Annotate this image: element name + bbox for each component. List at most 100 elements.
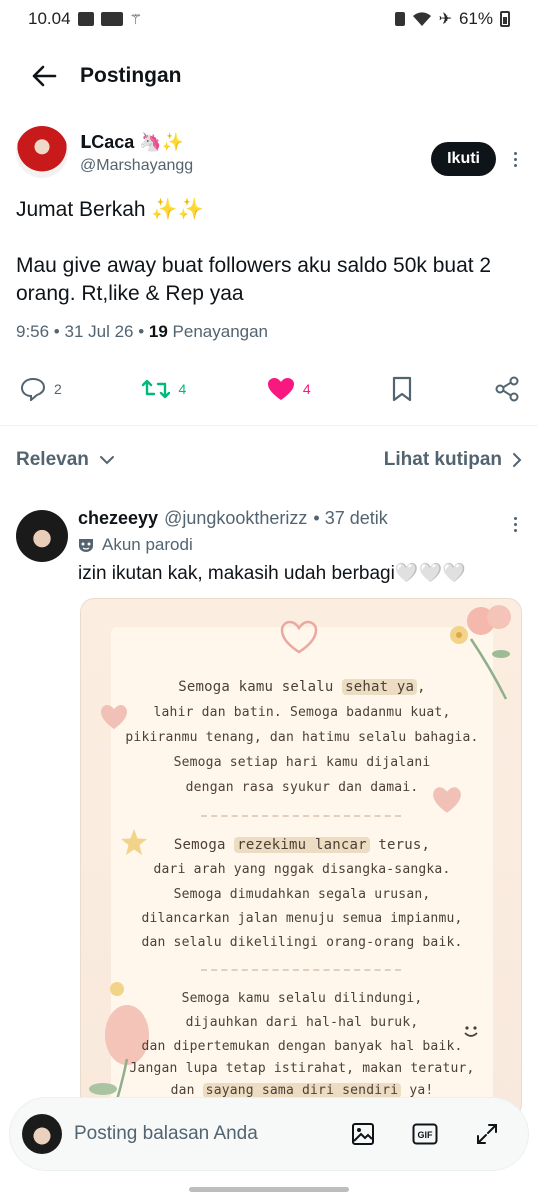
reply-header: chezeeyy @jungkooktherizz • 37 detik	[78, 508, 522, 529]
image-icon	[352, 1123, 374, 1145]
expand-composer-button[interactable]	[474, 1121, 500, 1147]
image-text-span: terus,	[369, 837, 431, 853]
app-notification-icon	[100, 12, 123, 26]
dot-icon	[513, 516, 517, 520]
status-right: ✈ 61%	[394, 9, 510, 29]
status-bar: 10.04 ⚚ ✈ 61%	[0, 0, 538, 38]
heart-decoration	[280, 620, 318, 654]
main-post: ᒪCaca 🦄✨ @Marshayangg Ikuti Jumat Berkah…	[16, 126, 522, 342]
add-gif-button[interactable]: GIF	[412, 1121, 438, 1147]
reply-image[interactable]: Semoga kamu selalu sehat ya, lahir dan b…	[80, 598, 522, 1118]
gallery-icon	[77, 12, 94, 26]
arrow-left-icon	[32, 65, 57, 87]
reply-input[interactable]: Posting balasan Anda	[74, 1123, 350, 1145]
repost-icon	[142, 379, 171, 399]
post-more-button[interactable]	[508, 146, 522, 172]
page-title: Postingan	[80, 64, 182, 87]
reply-text: izin ikutan kak, makasih udah berbagi🤍🤍🤍	[78, 563, 466, 584]
image-text-line: dan selalu dikelilingi orang-orang baik.	[141, 935, 463, 950]
views-count: 19	[148, 322, 168, 341]
svg-text:GIF: GIF	[418, 1130, 434, 1140]
sort-dropdown[interactable]: Relevan	[16, 449, 115, 471]
heart-icon	[267, 378, 294, 400]
author-display-name[interactable]: ᒪCaca 🦄✨	[80, 132, 193, 153]
image-text-highlight: sehat ya	[342, 679, 418, 695]
image-text-line: Jangan lupa tetap istirahat, makan terat…	[129, 1061, 475, 1076]
reply-time: • 37 detik	[313, 508, 388, 528]
author-info[interactable]: ᒪCaca 🦄✨ @Marshayangg	[80, 126, 193, 175]
follow-button[interactable]: Ikuti	[431, 142, 496, 176]
post-header: ᒪCaca 🦄✨ @Marshayangg Ikuti	[16, 126, 522, 188]
reply-handle[interactable]: @jungkooktherizz	[164, 508, 307, 529]
add-image-button[interactable]	[350, 1121, 376, 1147]
chevron-down-icon	[99, 456, 114, 465]
image-text-line: dijauhkan dari hal-hal buruk,	[185, 1015, 419, 1030]
header: Postingan	[0, 48, 538, 104]
image-text-line: dari arah yang nggak disangka-sangka.	[153, 862, 451, 877]
image-text-line: dengan rasa syukur dan damai.	[185, 780, 419, 795]
repost-button[interactable]: 4	[142, 378, 186, 400]
sort-bar: Relevan Lihat kutipan	[16, 440, 522, 480]
home-indicator[interactable]	[189, 1187, 349, 1192]
view-quotes-label: Lihat kutipan	[383, 449, 502, 470]
image-text-line: Semoga dimudahkan segala urusan,	[173, 887, 431, 902]
reply-composer: Posting balasan Anda GIF	[10, 1098, 528, 1170]
image-text-line: lahir dan batin. Semoga badanmu kuat,	[153, 705, 451, 720]
divider	[0, 425, 538, 426]
parody-label: Akun parodi	[78, 535, 522, 555]
dot-icon	[513, 528, 517, 532]
bookmark-icon	[393, 376, 412, 402]
post-time: 9:56 • 31 Jul 26 •	[16, 322, 149, 341]
parody-text: Akun parodi	[102, 535, 193, 554]
image-text-highlight: rezekimu lancar	[234, 837, 370, 853]
reply-avatar[interactable]	[16, 510, 68, 562]
wifi-icon	[412, 12, 431, 26]
view-quotes-link[interactable]: Lihat kutipan	[384, 449, 522, 471]
composer-avatar	[22, 1114, 62, 1154]
magic-wand-icon: ⚚	[129, 10, 143, 27]
chevron-right-icon	[513, 453, 522, 467]
status-left: 10.04 ⚚	[28, 9, 142, 29]
dot-icon	[513, 163, 517, 167]
image-text-span: Semoga	[173, 837, 235, 853]
post-text: Jumat Berkah ✨✨ Mau give away buat follo…	[16, 198, 492, 305]
image-text-span: Semoga kamu selalu	[178, 679, 343, 695]
reply-count: 2	[54, 381, 62, 397]
image-text-span: ya!	[401, 1083, 434, 1098]
reply-display-name[interactable]: chezeeyy	[78, 508, 158, 529]
bookmark-button[interactable]	[391, 376, 413, 402]
dashed-separator	[201, 969, 401, 971]
composer-actions: GIF	[350, 1121, 500, 1147]
image-text-line: pikiranmu tenang, dan hatimu selalu baha…	[125, 730, 479, 745]
repost-count: 4	[178, 381, 187, 397]
image-text-line: Semoga kamu selalu sehat ya,	[81, 679, 521, 695]
battery-icon	[500, 11, 510, 27]
author-handle[interactable]: @Marshayangg	[80, 157, 193, 175]
author-avatar[interactable]	[16, 126, 68, 178]
image-text-line: Semoga setiap hari kamu dijalani	[173, 755, 431, 770]
expand-icon	[477, 1124, 497, 1144]
image-text-highlight: sayang sama diri sendiri	[202, 1083, 402, 1098]
like-count: 4	[302, 381, 311, 397]
sort-label: Relevan	[16, 449, 89, 470]
reply-button[interactable]: 2	[20, 377, 62, 401]
share-button[interactable]	[494, 376, 520, 402]
reply-more-button[interactable]	[508, 514, 522, 534]
dot-icon	[513, 522, 517, 526]
back-button[interactable]	[28, 60, 60, 92]
image-text-line: dan dipertemukan dengan banyak hal baik.	[141, 1039, 463, 1054]
like-button[interactable]: 4	[267, 377, 311, 401]
post-meta: 9:56 • 31 Jul 26 • 19 Penayangan	[16, 322, 522, 342]
image-text-line: Semoga rezekimu lancar terus,	[81, 837, 521, 853]
dot-icon	[513, 157, 517, 161]
clock: 10.04	[28, 9, 71, 28]
dot-icon	[513, 151, 517, 155]
reply-body: chezeeyy @jungkooktherizz • 37 detik Aku…	[78, 508, 522, 585]
gif-icon: GIF	[412, 1123, 438, 1145]
battery-text: 61%	[458, 9, 493, 28]
mask-icon	[79, 539, 93, 552]
airplane-icon: ✈	[438, 11, 452, 28]
share-icon	[495, 376, 519, 402]
image-text-line: dilancarkan jalan menuju semua impianmu,	[141, 911, 463, 926]
post-actions: 2 4 4	[20, 372, 520, 406]
